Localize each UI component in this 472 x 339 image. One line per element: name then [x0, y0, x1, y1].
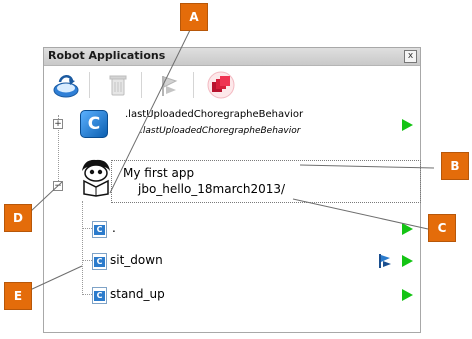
callout-c: C: [428, 214, 456, 242]
callout-b: B: [441, 152, 469, 180]
callout-line-c: [292, 198, 429, 230]
callout-e: E: [4, 282, 32, 310]
callout-line-a: [109, 27, 192, 194]
callout-lines: [29, 27, 435, 291]
callout-d: D: [4, 204, 32, 232]
callout-a: A: [180, 3, 208, 31]
callout-line-d: [29, 181, 63, 213]
callout-line-b: [299, 164, 435, 169]
callout-line-e: [29, 265, 83, 291]
